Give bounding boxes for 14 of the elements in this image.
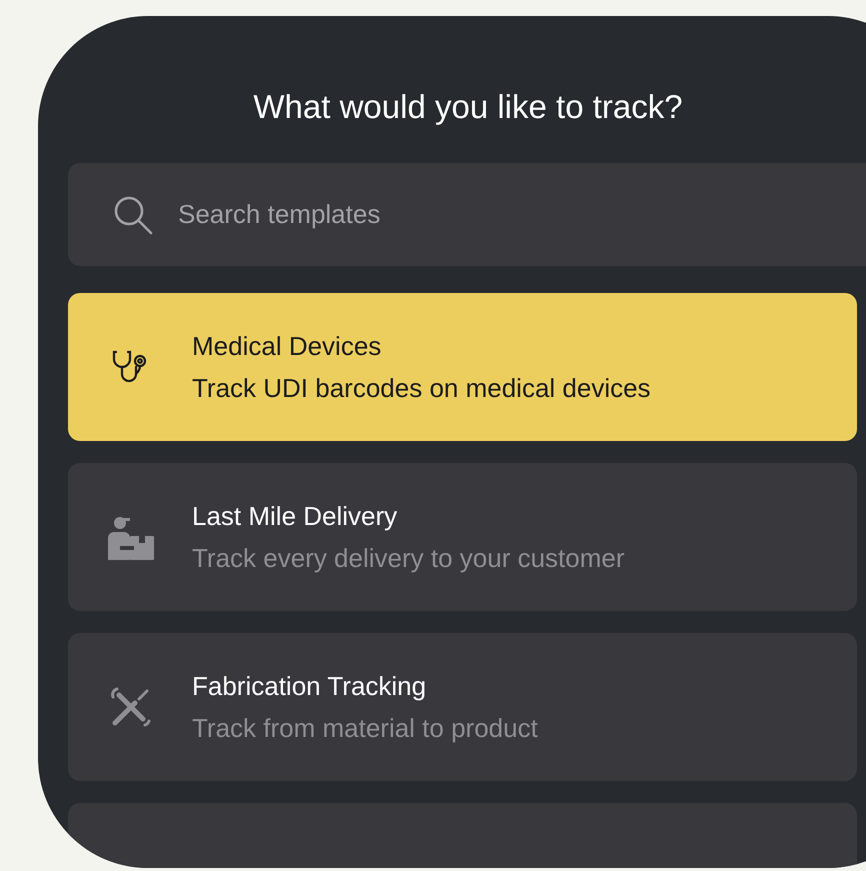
template-item[interactable]: Fabrication Tracking Track from material to product	[68, 633, 857, 782]
template-description: Track UDI barcodes on medical devices	[192, 372, 651, 406]
template-description: Track every delivery to your customer	[192, 542, 625, 576]
template-name: Last Mile Delivery	[192, 500, 398, 534]
search-field[interactable]: Search templates	[178, 184, 678, 245]
search-bar[interactable]: Search templates	[68, 163, 866, 266]
template-item[interactable]: Last Mile Delivery Track every delivery to your customer	[68, 463, 857, 612]
template-item[interactable]: Medical Devices Track UDI barcodes on medical devices	[68, 293, 857, 442]
search-icon	[112, 194, 154, 236]
delivery-person-icon	[106, 514, 156, 560]
template-description: Track from material to product	[192, 712, 538, 746]
template-name: Fabrication Tracking	[192, 670, 428, 704]
page-title: What would you like to track?	[253, 87, 683, 127]
template-name: Medical Devices	[192, 330, 382, 364]
